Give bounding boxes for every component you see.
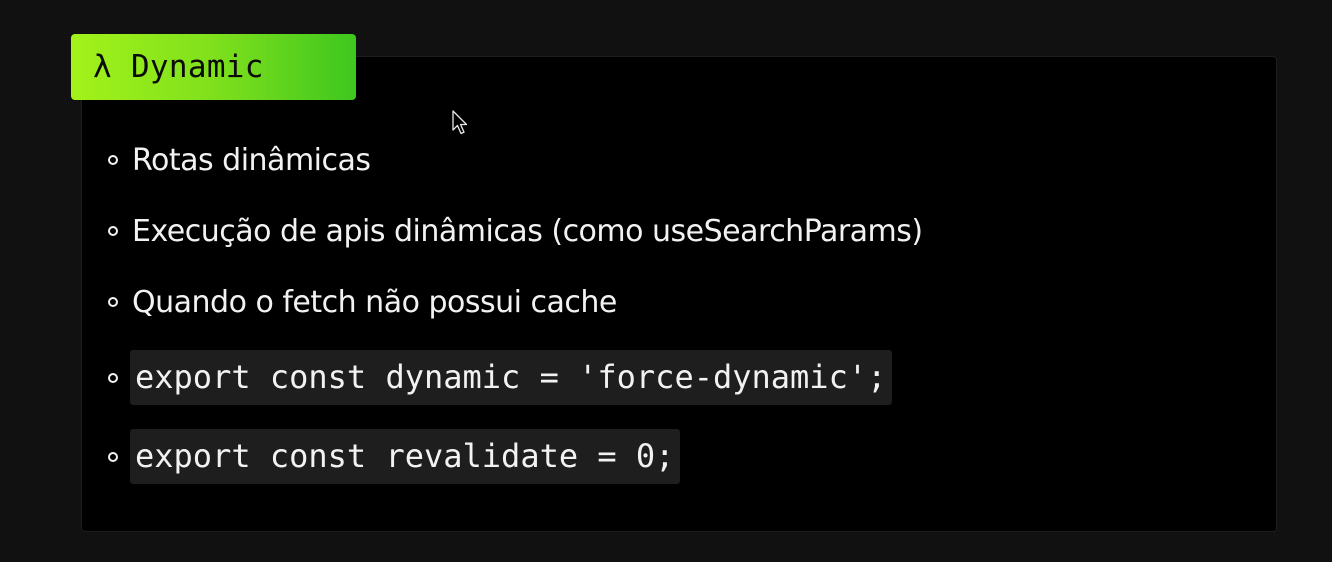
list-item: Quando o fetch não possui cache	[108, 278, 617, 326]
badge-label: Dynamic	[130, 49, 264, 85]
bullet-icon	[108, 226, 118, 236]
list-item: export const dynamic = 'force-dynamic';	[108, 350, 893, 405]
lambda-icon: λ	[93, 49, 112, 85]
list-item-text: Quando o fetch não possui cache	[132, 284, 617, 320]
code-snippet: export const dynamic = 'force-dynamic';	[130, 350, 893, 405]
list-item-text: Execução de apis dinâmicas (como useSear…	[132, 213, 923, 249]
list-item: export const revalidate = 0;	[108, 429, 681, 484]
list-item: Rotas dinâmicas	[108, 136, 371, 184]
bullet-icon	[108, 297, 118, 307]
list-item: Execução de apis dinâmicas (como useSear…	[108, 207, 923, 255]
bullet-icon	[108, 155, 118, 165]
list-item-text: Rotas dinâmicas	[132, 142, 371, 178]
arrow-cursor-icon	[452, 110, 468, 135]
bullet-icon	[108, 372, 118, 383]
bullet-icon	[108, 451, 118, 462]
dynamic-badge: λ Dynamic	[71, 34, 356, 100]
code-snippet: export const revalidate = 0;	[130, 429, 681, 484]
